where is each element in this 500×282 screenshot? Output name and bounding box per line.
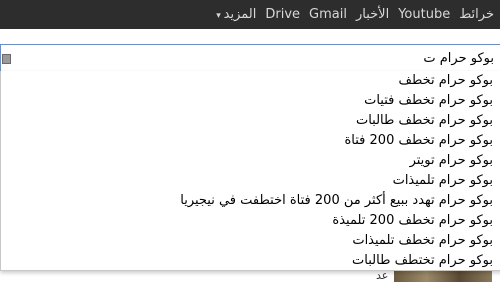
autocomplete-suggestions: بوكو حرام تخطف بوكو حرام تخطف فتيات بوكو… [0,71,500,271]
top-nav-bar: خرائط Youtube الأخبار Gmail Drive المزيد [0,0,500,29]
nav-link-maps[interactable]: خرائط [459,7,494,22]
suggestion-item[interactable]: بوكو حرام تهدد ببيع أكثر من 200 فتاة اخت… [1,191,500,211]
suggestion-item[interactable]: بوكو حرام تلميذات [1,171,500,191]
thumbnail-image[interactable] [394,270,492,282]
search-box [0,44,500,72]
nav-link-drive[interactable]: Drive [265,7,300,22]
suggestion-item[interactable]: بوكو حرام تخطف فتيات [1,91,500,111]
nav-link-gmail[interactable]: Gmail [309,7,347,22]
page-content-behind: عد [0,269,500,282]
suggestion-item[interactable]: بوكو حرام تخطف 200 تلميذة [1,211,500,231]
nav-link-news[interactable]: الأخبار [356,7,389,22]
suggestion-item[interactable]: بوكو حرام تويتر [1,151,500,171]
suggestion-item[interactable]: بوكو حرام تخطف [1,71,500,91]
nav-link-more[interactable]: المزيد [216,7,257,22]
search-input[interactable] [24,49,494,67]
nav-link-youtube[interactable]: Youtube [398,7,450,22]
keyboard-icon[interactable] [2,54,11,64]
suggestion-item[interactable]: بوكو حرام تختطف طالبات [1,251,500,271]
suggestion-item[interactable]: بوكو حرام تخطف تلميذات [1,231,500,251]
top-nav-links: خرائط Youtube الأخبار Gmail Drive المزيد [216,0,494,29]
suggestion-item[interactable]: بوكو حرام تخطف طالبات [1,111,500,131]
suggestion-item[interactable]: بوكو حرام تخطف 200 فتاة [1,131,500,151]
